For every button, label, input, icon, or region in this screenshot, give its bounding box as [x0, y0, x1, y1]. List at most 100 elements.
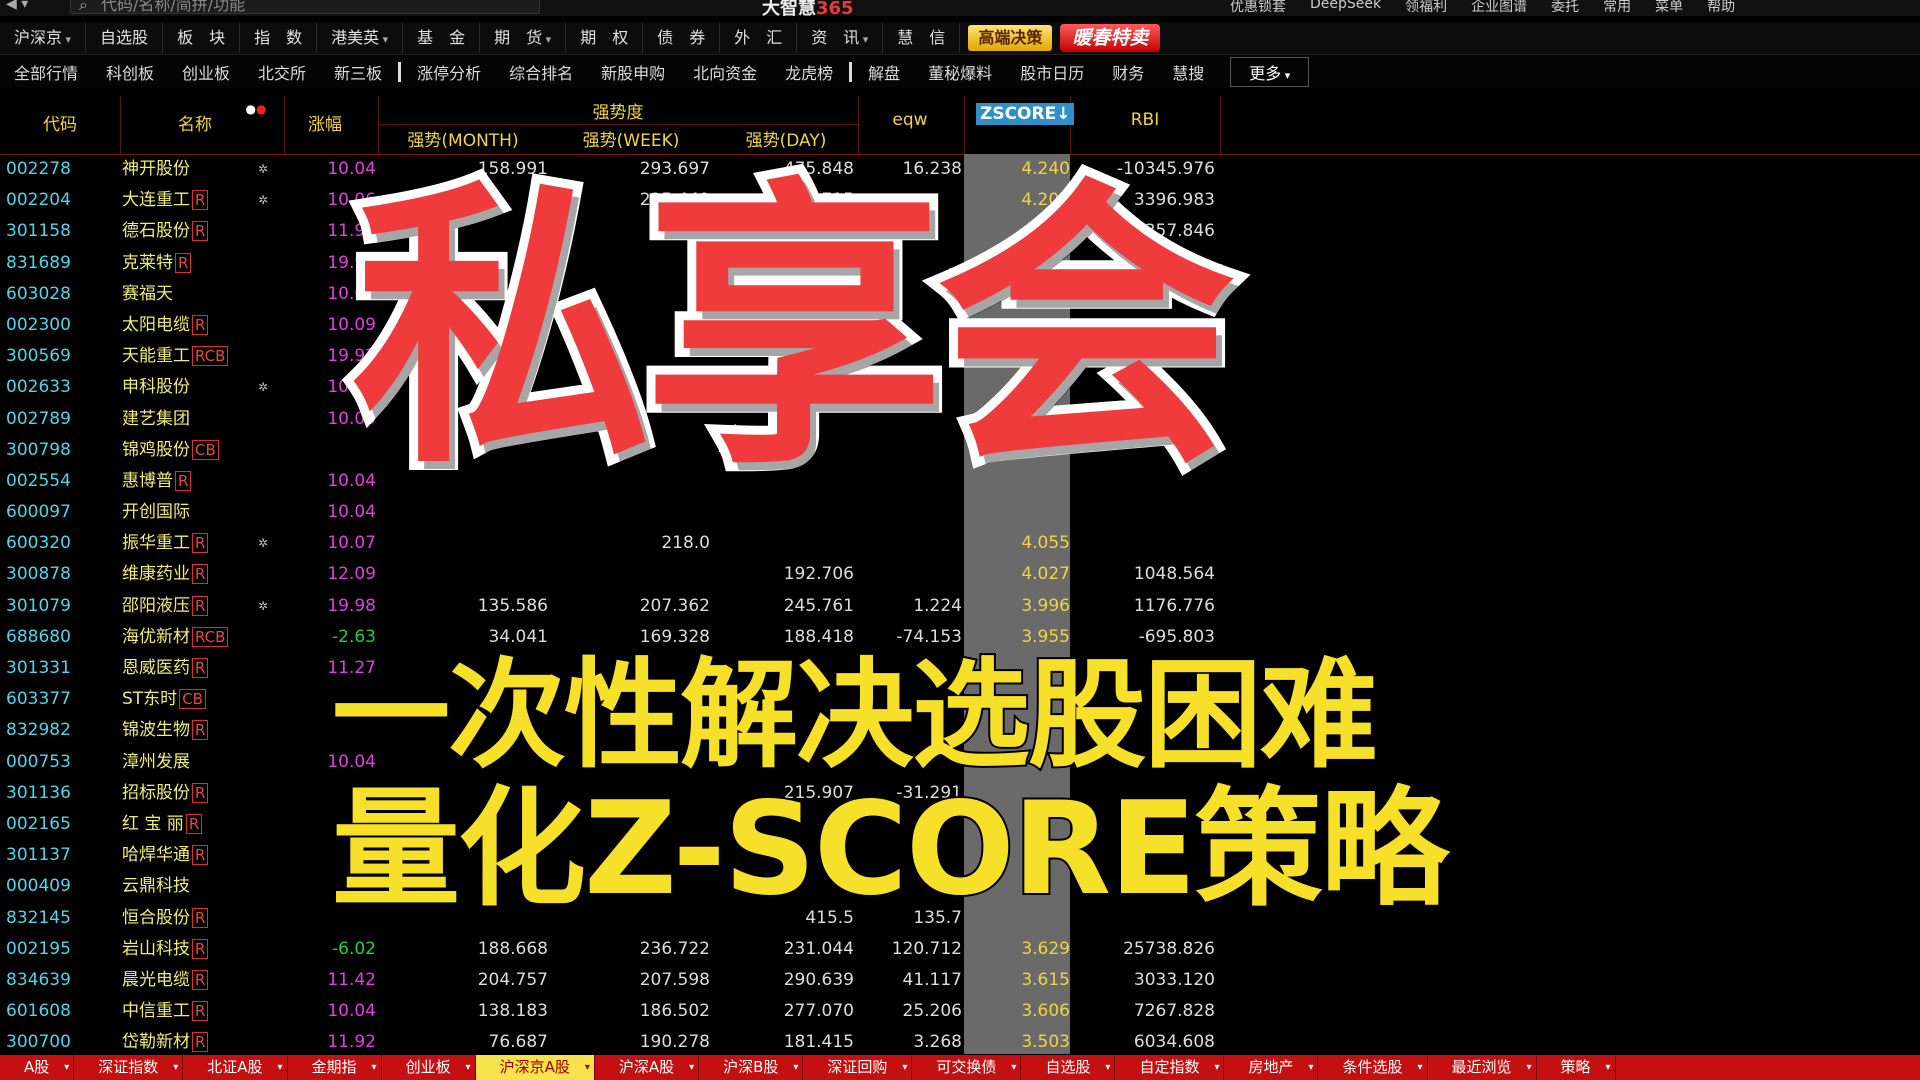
col-rbi[interactable]: RBI [1070, 110, 1220, 130]
more-button[interactable]: 更多 [1230, 57, 1310, 87]
strength-week: 218.0 [661, 533, 710, 554]
col-code[interactable]: 代码 [20, 110, 100, 135]
search-input[interactable]: ⌕ 代码/名称/简拼/功能 [70, 0, 540, 14]
table-row[interactable]: 834639 晨光电缆 R 11.42 204.757 207.598 290.639 41.… [0, 965, 1920, 996]
menu-item[interactable]: 慧 信 [883, 23, 961, 53]
market-tab[interactable]: 金期指 [288, 1055, 382, 1080]
search-icon: ⌕ [79, 0, 88, 14]
submenu-item[interactable]: 财务 [1098, 60, 1158, 84]
market-tab[interactable]: 可交换债 [912, 1055, 1022, 1080]
market-tab[interactable]: 房地产 [1224, 1055, 1319, 1080]
market-tab[interactable]: 沪深A股 [595, 1055, 700, 1080]
back-icon[interactable]: ◀ ▾ [6, 0, 28, 12]
submenu-item[interactable]: 北向资金 [679, 60, 771, 84]
col-day[interactable]: 强势(DAY) [714, 126, 858, 151]
market-tab[interactable]: 自定指数 [1115, 1055, 1225, 1080]
window-menu-item[interactable]: DeepSeek [1310, 0, 1381, 16]
menu-item[interactable]: 自选股 [86, 23, 164, 53]
market-tab[interactable]: 最近浏览 [1428, 1055, 1537, 1080]
stock-code: 300569 [6, 346, 71, 367]
stock-name: 岱勒新材 R [122, 1027, 209, 1058]
submenu-item[interactable]: 新三板 [320, 60, 396, 84]
window-menu-item[interactable]: 企业图谱 [1471, 0, 1527, 16]
market-tab[interactable]: 沪深B股 [699, 1055, 804, 1080]
market-tab[interactable]: A股 [0, 1055, 75, 1080]
window-menu-item[interactable]: 常用 [1603, 0, 1631, 16]
market-tab[interactable]: 创业板 [382, 1055, 476, 1080]
col-name[interactable]: 名称 [150, 110, 240, 135]
stock-name-text: 大连重工 [122, 190, 190, 211]
overlay-title: 私享会 [343, 146, 1245, 513]
stock-name-text: ST东时 [122, 689, 178, 710]
strength-day: 290.639 [783, 969, 854, 990]
submenu-item[interactable]: 综合排名 [495, 60, 587, 84]
stock-tag-badge: R [192, 595, 209, 616]
eqw-value: 3.268 [913, 1032, 962, 1053]
menu-item[interactable]: 期 货 [480, 23, 567, 53]
submenu-item[interactable]: 龙虎榜 [771, 60, 847, 84]
promo-banner[interactable]: 暖春特卖 [1060, 24, 1161, 52]
zscore-value: 3.615 [1021, 969, 1070, 990]
submenu-item[interactable]: 涨停分析 [403, 60, 495, 84]
submenu-item[interactable]: 新股申购 [587, 60, 679, 84]
menu-item[interactable]: 基 金 [403, 23, 481, 53]
menu-item[interactable]: 期 权 [566, 23, 644, 53]
menu-item[interactable]: 沪深京 [0, 23, 87, 53]
table-row[interactable]: 301079 邵阳液压 R ✲ 19.98 135.586 207.362 245.761 1.… [0, 591, 1920, 622]
menu-item[interactable]: 资 讯 [797, 23, 884, 53]
stock-name-text: 天能重工 [122, 346, 190, 367]
submenu-item[interactable]: 慧搜 [1158, 60, 1218, 84]
submenu-item[interactable]: 解盘 [854, 60, 914, 84]
menu-item[interactable]: 港美英 [317, 23, 404, 53]
premium-decision-button[interactable]: 高端决策 [968, 25, 1053, 51]
rbi-value: 25738.826 [1123, 938, 1215, 959]
col-eqw[interactable]: eqw [860, 110, 960, 130]
stock-code: 834639 [6, 969, 71, 990]
col-month[interactable]: 强势(MONTH) [378, 126, 548, 151]
stock-code: 002195 [6, 938, 71, 959]
submenu-item[interactable]: 股市日历 [1006, 60, 1098, 84]
strength-month: 204.757 [477, 969, 548, 990]
stock-name-text: 维康药业 [122, 564, 190, 585]
submenu-item[interactable]: 创业板 [168, 60, 244, 84]
table-row[interactable]: 002195 岩山科技 R -6.02 188.668 236.722 231.044 120… [0, 934, 1920, 965]
table-row[interactable]: 300700 岱勒新材 R 11.92 76.687 190.278 181.415 3.26… [0, 1027, 1920, 1058]
col-change[interactable]: 涨幅 [290, 110, 360, 135]
market-tab[interactable]: 条件选股 [1318, 1055, 1428, 1080]
window-menu-item[interactable]: 优惠锁套 [1230, 0, 1286, 16]
market-tab[interactable]: 深证回购 [803, 1055, 913, 1080]
strength-week: 207.598 [639, 969, 710, 990]
app-name: 大智慧 [762, 0, 816, 19]
table-row[interactable]: 601608 中信重工 R 10.04 138.183 186.502 277.070 25.… [0, 996, 1920, 1027]
window-menu-item[interactable]: 委托 [1551, 0, 1579, 16]
submenu-item[interactable]: 董秘爆料 [914, 60, 1006, 84]
menu-item[interactable]: 板 块 [163, 23, 241, 53]
submenu-item[interactable]: 北交所 [244, 60, 320, 84]
change-pct: 10.07 [327, 533, 376, 554]
gear-icon: ✲ [258, 598, 269, 613]
change-pct: -6.02 [332, 938, 376, 959]
app-title: 大智慧365 [762, 0, 854, 20]
submenu-item[interactable]: 全部行情 [0, 60, 92, 84]
table-row[interactable]: 300878 维康药业 R 12.09 192.706 4.027 1048.564 [0, 559, 1920, 590]
eqw-value: 1.224 [913, 595, 962, 616]
stock-name: 招标股份 R [122, 778, 209, 809]
market-tab[interactable]: 策略 [1537, 1055, 1616, 1080]
market-tab[interactable]: 深证指数 [74, 1055, 184, 1080]
stock-name-text: 惠博普 [122, 470, 173, 491]
market-tab[interactable]: 沪深京A股 [475, 1055, 595, 1080]
market-tab[interactable]: 自选股 [1021, 1055, 1116, 1080]
submenu-item[interactable]: 科创板 [92, 60, 168, 84]
market-tab[interactable]: 北证A股 [183, 1055, 288, 1080]
col-zscore[interactable]: ZSCORE↓ [964, 96, 1075, 126]
menu-item[interactable]: 债 券 [643, 23, 721, 53]
menu-item[interactable]: 指 数 [240, 23, 318, 53]
window-menu-item[interactable]: 菜单 [1655, 0, 1683, 16]
stock-name-text: 锦鸡股份 [122, 439, 190, 460]
menu-item[interactable]: 外 汇 [720, 23, 798, 53]
window-menu-item[interactable]: 领福利 [1405, 0, 1447, 16]
stock-tag-badge: R [175, 252, 192, 273]
window-menu-item[interactable]: 帮助 [1707, 0, 1735, 16]
table-row[interactable]: 600320 振华重工 R ✲ 10.07 218.0 4.055 [0, 528, 1920, 559]
col-week[interactable]: 强势(WEEK) [548, 126, 714, 151]
